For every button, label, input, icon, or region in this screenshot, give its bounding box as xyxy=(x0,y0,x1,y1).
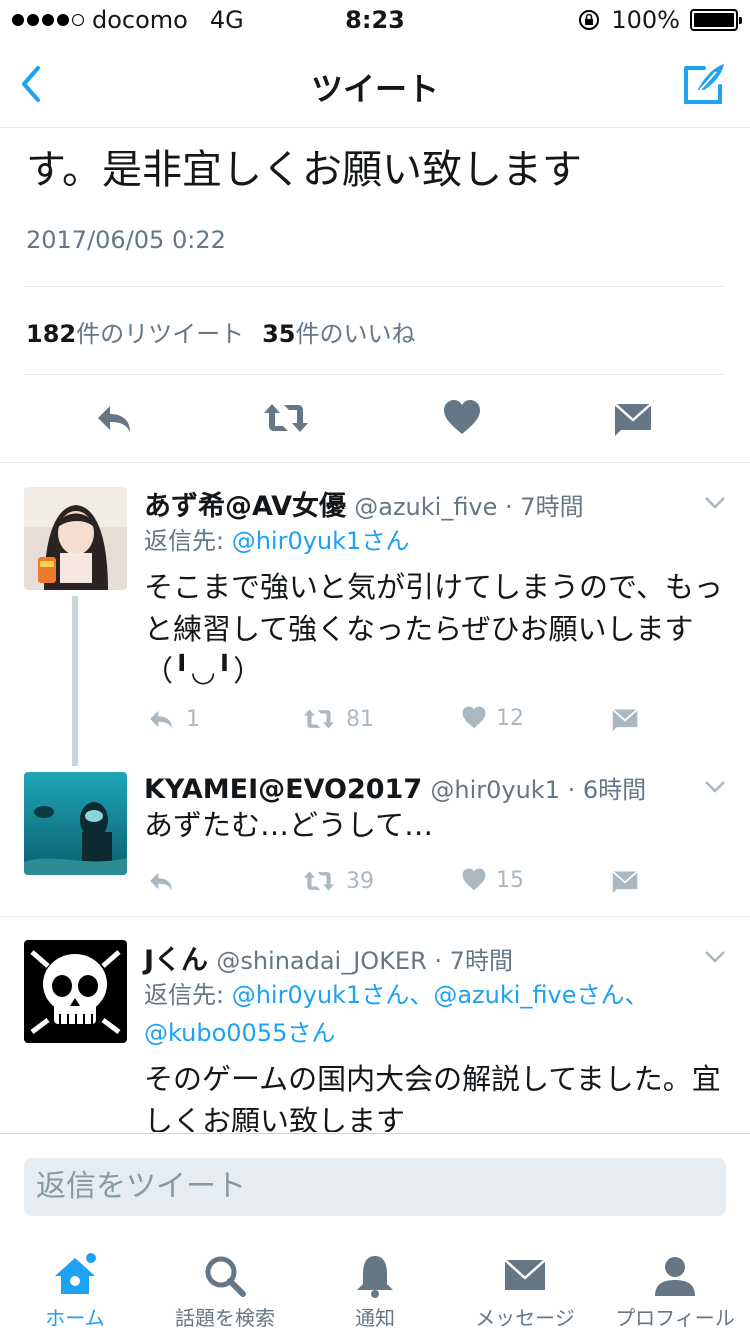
like-icon[interactable] xyxy=(440,396,484,440)
reply-icon[interactable] xyxy=(92,396,136,440)
tweet-actions xyxy=(0,390,750,446)
mention-link[interactable]: @kubo0055さん xyxy=(144,1019,335,1047)
retweet-icon xyxy=(304,871,334,891)
reply-actions: 39 15 xyxy=(144,866,684,906)
tab-search[interactable]: 話題を検索 xyxy=(150,1242,300,1334)
reply-tweet[interactable]: KYAMEI@EVO2017 @hir0yuk1 · 6時間 あずたむ…どうして… xyxy=(0,760,750,916)
like-action[interactable]: 12 xyxy=(460,704,524,732)
reply-header: KYAMEI@EVO2017 @hir0yuk1 · 6時間 xyxy=(144,774,647,805)
mention-link[interactable]: @hir0yuk1さん、@azuki_fiveさん、 xyxy=(232,981,649,1009)
display-name[interactable]: KYAMEI@EVO2017 xyxy=(144,774,422,805)
nav-bar: ツイート xyxy=(0,40,750,128)
relative-time: 7時間 xyxy=(449,947,513,975)
mention-link[interactable]: @hir0yuk1さん xyxy=(232,527,410,555)
dm-action[interactable] xyxy=(610,704,640,734)
like-action[interactable]: 15 xyxy=(460,866,524,894)
envelope-icon xyxy=(504,1259,546,1290)
divider xyxy=(26,374,724,375)
reply-tweet[interactable]: Jくん @shinadai_JOKER · 7時間 返信先: @hir0yuk1… xyxy=(0,916,750,1132)
tweet-stats: 182件のリツイート 35件のいいね xyxy=(26,314,416,349)
direct-message-icon xyxy=(612,708,638,732)
direct-message-icon xyxy=(612,870,638,894)
replying-to: 返信先: @hir0yuk1さん xyxy=(144,527,410,555)
person-icon xyxy=(655,1257,695,1296)
reply-action[interactable] xyxy=(144,866,186,896)
compose-tweet-icon[interactable] xyxy=(682,60,728,106)
reply-actions: 1 81 12 xyxy=(144,704,684,744)
home-icon xyxy=(55,1253,96,1294)
chevron-down-icon[interactable] xyxy=(704,780,726,794)
battery-icon xyxy=(690,9,742,31)
divider xyxy=(0,1133,750,1134)
reply-icon xyxy=(150,710,172,729)
reply-header: あず希@AV女優 @azuki_five · 7時間 xyxy=(144,491,584,522)
replying-to: 返信先: @hir0yuk1さん、@azuki_fiveさん、 @kubo005… xyxy=(144,981,649,1047)
bell-icon xyxy=(357,1256,393,1298)
retweet-icon xyxy=(304,709,334,729)
reply-input[interactable]: 返信をツイート xyxy=(24,1158,726,1216)
display-name[interactable]: あず希@AV女優 xyxy=(144,491,346,522)
search-icon xyxy=(205,1256,246,1297)
tab-home[interactable]: ホーム xyxy=(0,1242,150,1334)
page-title: ツイート xyxy=(310,70,439,108)
like-icon xyxy=(462,868,486,891)
tweet-text-overflow: ▁ ▁ ▁ ▁ ▁ xyxy=(26,120,231,134)
avatar[interactable] xyxy=(24,772,127,875)
avatar[interactable] xyxy=(24,487,127,590)
reply-text: そこまで強いと気が引けてしまうので、もっと練習して強くなったらぜひお願いします（… xyxy=(144,570,723,688)
handle[interactable]: @azuki_five xyxy=(354,493,497,521)
reply-header: Jくん @shinadai_JOKER · 7時間 xyxy=(144,945,513,976)
status-bar: docomo 4G 8:23 100% xyxy=(0,0,750,40)
handle[interactable]: @shinadai_JOKER xyxy=(216,947,426,975)
relative-time: 7時間 xyxy=(520,493,584,521)
direct-message-icon[interactable] xyxy=(612,396,654,440)
avatar[interactable] xyxy=(24,940,127,1043)
relative-time: 6時間 xyxy=(582,776,647,804)
reply-text: あずたむ…どうして… xyxy=(144,808,434,842)
reply-action[interactable]: 1 xyxy=(144,704,200,734)
rotation-lock-icon xyxy=(579,10,600,30)
like-icon xyxy=(462,706,486,729)
retweet-icon[interactable] xyxy=(262,396,310,440)
dm-action[interactable] xyxy=(610,866,640,896)
reply-text: そのゲームの国内大会の解説してました。宜しくお願い致します xyxy=(144,1062,721,1132)
tweet-text: す。是非宜しくお願い致します xyxy=(26,147,582,193)
chevron-down-icon[interactable] xyxy=(704,496,726,510)
chevron-down-icon[interactable] xyxy=(704,950,726,964)
thread-line xyxy=(72,596,78,766)
divider xyxy=(26,286,724,287)
retweet-action[interactable]: 39 xyxy=(300,866,374,896)
handle[interactable]: @hir0yuk1 xyxy=(430,776,560,804)
retweet-action[interactable]: 81 xyxy=(300,704,374,734)
tab-messages[interactable]: メッセージ xyxy=(450,1242,600,1334)
battery-percent: 100% xyxy=(611,6,680,34)
reply-icon xyxy=(150,872,172,891)
retweet-stat[interactable]: 182件のリツイート xyxy=(26,320,244,348)
tab-bar: ホーム 話題を検索 通知 メッセージ プロフィール xyxy=(0,1242,750,1334)
display-name[interactable]: Jくん xyxy=(144,945,208,976)
tweet-timestamp: 2017/06/05 0:22 xyxy=(26,226,226,254)
like-stat[interactable]: 35件のいいね xyxy=(262,320,415,348)
tab-notifications[interactable]: 通知 xyxy=(300,1242,450,1334)
tab-profile[interactable]: プロフィール xyxy=(600,1242,750,1334)
